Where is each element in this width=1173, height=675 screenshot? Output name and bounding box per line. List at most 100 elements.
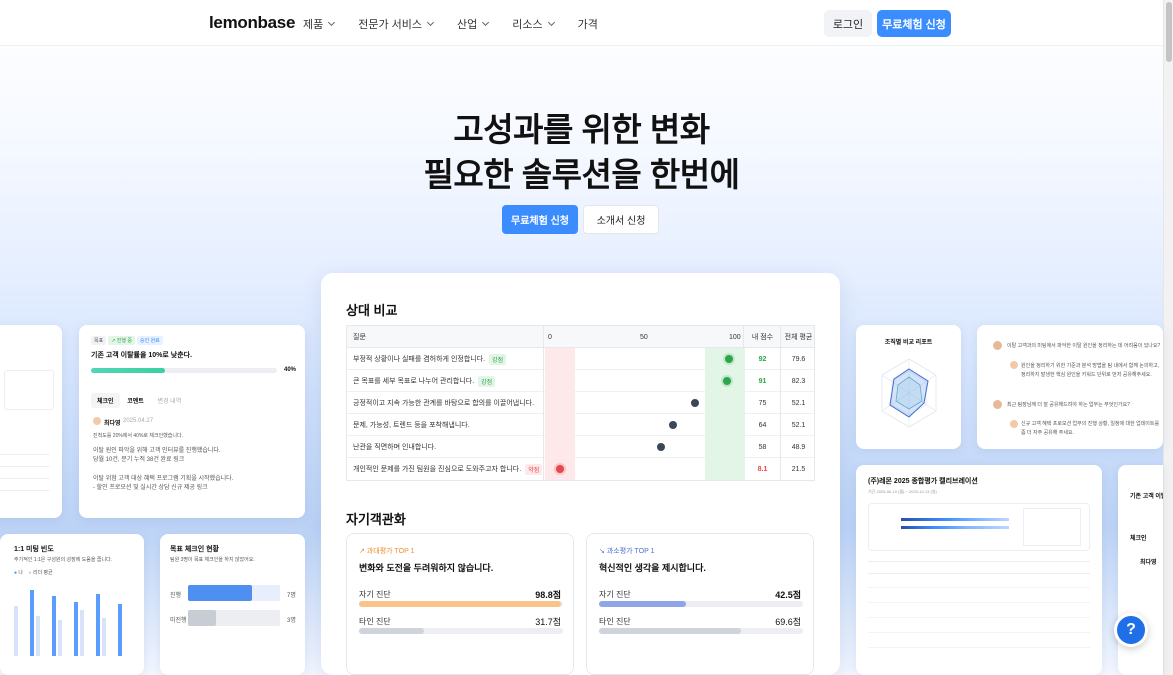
goal-line4: 이탈 위험 고객 대상 혜택 프로그램 기획을 시작했습니다.: [93, 476, 234, 482]
meeting-title: 1:1 미팅 빈도: [14, 546, 54, 553]
goal-card: 목표 ↗ 진행 중 승인 완료 기존 고객 이탈률을 10%로 낮춘다. 40% 체…: [79, 325, 305, 518]
low-zone: [545, 348, 575, 370]
other-diagnosis-value: 31.7점: [535, 617, 561, 627]
meeting-frequency-card: 1:1 미팅 빈도 주기적인 1:1은 구성원의 성장에 도움을 줍니다. ● …: [0, 534, 144, 675]
compare-row-avg: 48.9: [791, 443, 806, 451]
calibration-card: (주)레몬 2025 종합평가 캘리브레이션 기간 2025-06-10 (월)…: [856, 465, 1102, 675]
main-menu: 제품 전문가 서비스 산업 리소스 가격: [303, 16, 622, 32]
underestimate-card: ↘ 과소평가 TOP 1 혁신적인 생각을 제시합니다. 자기 진단 42.5점…: [586, 533, 814, 675]
checkin-row-value: 3명: [287, 618, 296, 624]
goal-tabs: 체크인 코멘트 변경 내역: [91, 393, 187, 408]
partial-goal-tab[interactable]: 체크인: [1130, 533, 1147, 542]
header-avg: 전체 평균: [784, 334, 813, 341]
compare-row-question: 개인적인 문제를 가진 팀원을 진심으로 도와주고자 합니다. 약점: [353, 458, 543, 480]
avatar: [993, 341, 1002, 350]
checkin-row-label: 미진행: [170, 618, 187, 624]
high-zone: [705, 436, 745, 458]
tab-comment[interactable]: 코멘트: [121, 393, 150, 408]
org-compare-title: 조직별 비교 리포트: [884, 340, 933, 346]
checkin-row-label: 진행: [170, 593, 182, 599]
checkin-row-value: 7명: [287, 593, 296, 599]
compare-row-scale: [543, 392, 745, 414]
score-dot: [723, 377, 731, 385]
goal-line2: 이탈 원인 파악을 위해 고객 인터뷰를 진행했습니다.: [93, 448, 221, 454]
compare-row-question: 문제, 가능성, 트렌드 등을 포착해냅니다.: [353, 422, 470, 429]
compare-title: 상대 비교: [346, 303, 398, 318]
header-question: 질문: [353, 334, 366, 341]
help-button[interactable]: ?: [1114, 613, 1148, 647]
tab-checkin[interactable]: 체크인: [91, 393, 120, 408]
menu-item-industry[interactable]: 산업: [457, 16, 490, 32]
compare-row: 문제, 가능성, 트렌드 등을 포착해냅니다. 64 52.1: [347, 414, 814, 436]
one-on-one-qa-card: 이탈 고객과의 미팅에서 파악한 이탈 원인을 정리하는 데 어려움이 있나요?…: [977, 325, 1163, 449]
checkin-row-track: [188, 610, 280, 626]
compare-row-scale: [543, 414, 745, 436]
score-dot: [657, 443, 665, 451]
compare-table: 질문 0 50 100 내 점수 전체 평균 부정적 상황이나 실패를 겸허하게…: [346, 325, 815, 481]
compare-row-question: 난관을 직면하며 인내합니다.: [353, 444, 437, 451]
high-zone: [705, 458, 745, 480]
other-diagnosis-label: 타인 진단: [599, 617, 631, 626]
avatar: [993, 400, 1002, 409]
compare-row: 개인적인 문제를 가진 팀원을 진심으로 도와주고자 합니다. 약점 8.1 21.5: [347, 458, 814, 480]
calibration-title: (주)레몬 2025 종합평가 캘리브레이션: [868, 478, 978, 485]
other-diagnosis-track: [599, 628, 803, 634]
low-zone: [545, 370, 575, 392]
goal-progress-fill: [91, 368, 165, 373]
overestimate-text: 변화와 도전을 두려워하지 않습니다.: [359, 563, 494, 573]
calibration-chart: [868, 503, 1090, 551]
tab-history[interactable]: 변경 내역: [151, 393, 187, 408]
self-diagnosis-value: 42.5점: [775, 590, 801, 600]
partial-table-card: [0, 325, 62, 518]
self-diagnosis-label: 자기 진단: [359, 590, 391, 599]
hero-brochure-button[interactable]: 소개서 신청: [583, 205, 659, 234]
weakness-tag: 약점: [525, 463, 543, 475]
menu-item-pricing[interactable]: 가격: [578, 16, 598, 32]
goal-progress-track: [91, 368, 277, 373]
free-trial-button[interactable]: 무료체험 신청: [877, 10, 951, 37]
compare-row-my-score: 75: [745, 392, 781, 414]
menu-item-expert[interactable]: 전문가 서비스: [358, 16, 435, 32]
self-title: 자기객관화: [346, 512, 406, 527]
login-button[interactable]: 로그인: [824, 10, 872, 37]
top-navigation: lemonbase 제품 전문가 서비스 산업 리소스 가격 로그인 무료체험 …: [0, 0, 1163, 46]
compare-row-avg: 52.1: [791, 421, 806, 429]
qa-answer-1: 원인을 정리하기 위한 기준과 분석 방법을 팀 내에서 함께 논의하고, 정리…: [1021, 363, 1160, 378]
checkin-status-card: 목표 체크인 현황 팀원 3명이 목표 체크인을 하지 않았어요. 진행 7명 …: [160, 534, 305, 675]
scrollbar[interactable]: [1163, 0, 1173, 675]
other-diagnosis-value: 69.6점: [775, 617, 801, 627]
goal-progress-pct: 40%: [284, 367, 297, 373]
avatar: [1010, 420, 1018, 428]
goal-line1: 진척도를 20%에서 40%로 체크인했습니다.: [93, 433, 183, 439]
compare-row-my-score: 91: [745, 370, 781, 392]
strength-tag: 강점: [489, 353, 507, 365]
compare-row: 긍정적이고 지속 가능한 관계를 바탕으로 합의를 이끌어냅니다. 75 52.1: [347, 392, 814, 414]
chevron-down-icon: [547, 18, 555, 27]
compare-rows: 부정적 상황이나 실패를 겸허하게 인정합니다. 강점 92 79.6 큰 목표를 세부…: [347, 348, 814, 480]
high-zone: [705, 392, 745, 414]
compare-row-question: 큰 목표를 세부 목표로 나누어 관리합니다. 강점: [353, 370, 496, 392]
hero-title-line2: 필요한 솔루션을 한번에: [423, 156, 740, 193]
checkin-row-fill: [188, 610, 216, 626]
scrollbar-thumb[interactable]: [1166, 2, 1172, 62]
org-compare-card: 조직별 비교 리포트: [856, 325, 961, 449]
logo[interactable]: lemonbase: [209, 13, 295, 33]
compare-row-avg: 82.3: [791, 377, 806, 385]
other-diagnosis-fill: [359, 628, 424, 634]
avatar: [1010, 361, 1018, 369]
hero-free-trial-button[interactable]: 무료체험 신청: [502, 205, 578, 234]
chevron-down-icon: [426, 18, 435, 27]
score-dot: [556, 465, 564, 473]
menu-item-product[interactable]: 제품: [303, 16, 336, 32]
score-dot: [725, 355, 733, 363]
meeting-desc: 주기적인 1:1은 구성원의 성장에 도움을 줍니다.: [14, 557, 113, 563]
avatar: [93, 417, 101, 425]
menu-item-resources[interactable]: 리소스: [512, 16, 555, 32]
strength-tag: 강점: [478, 375, 496, 387]
other-diagnosis-fill: [599, 628, 741, 634]
underestimate-text: 혁신적인 생각을 제시합니다.: [599, 563, 706, 573]
compare-row-scale: [543, 370, 745, 392]
overestimate-badge: ↗ 과대평가 TOP 1: [359, 548, 415, 555]
low-zone: [545, 436, 575, 458]
partial-goal-title: 기존 고객 이탈: [1130, 494, 1163, 500]
